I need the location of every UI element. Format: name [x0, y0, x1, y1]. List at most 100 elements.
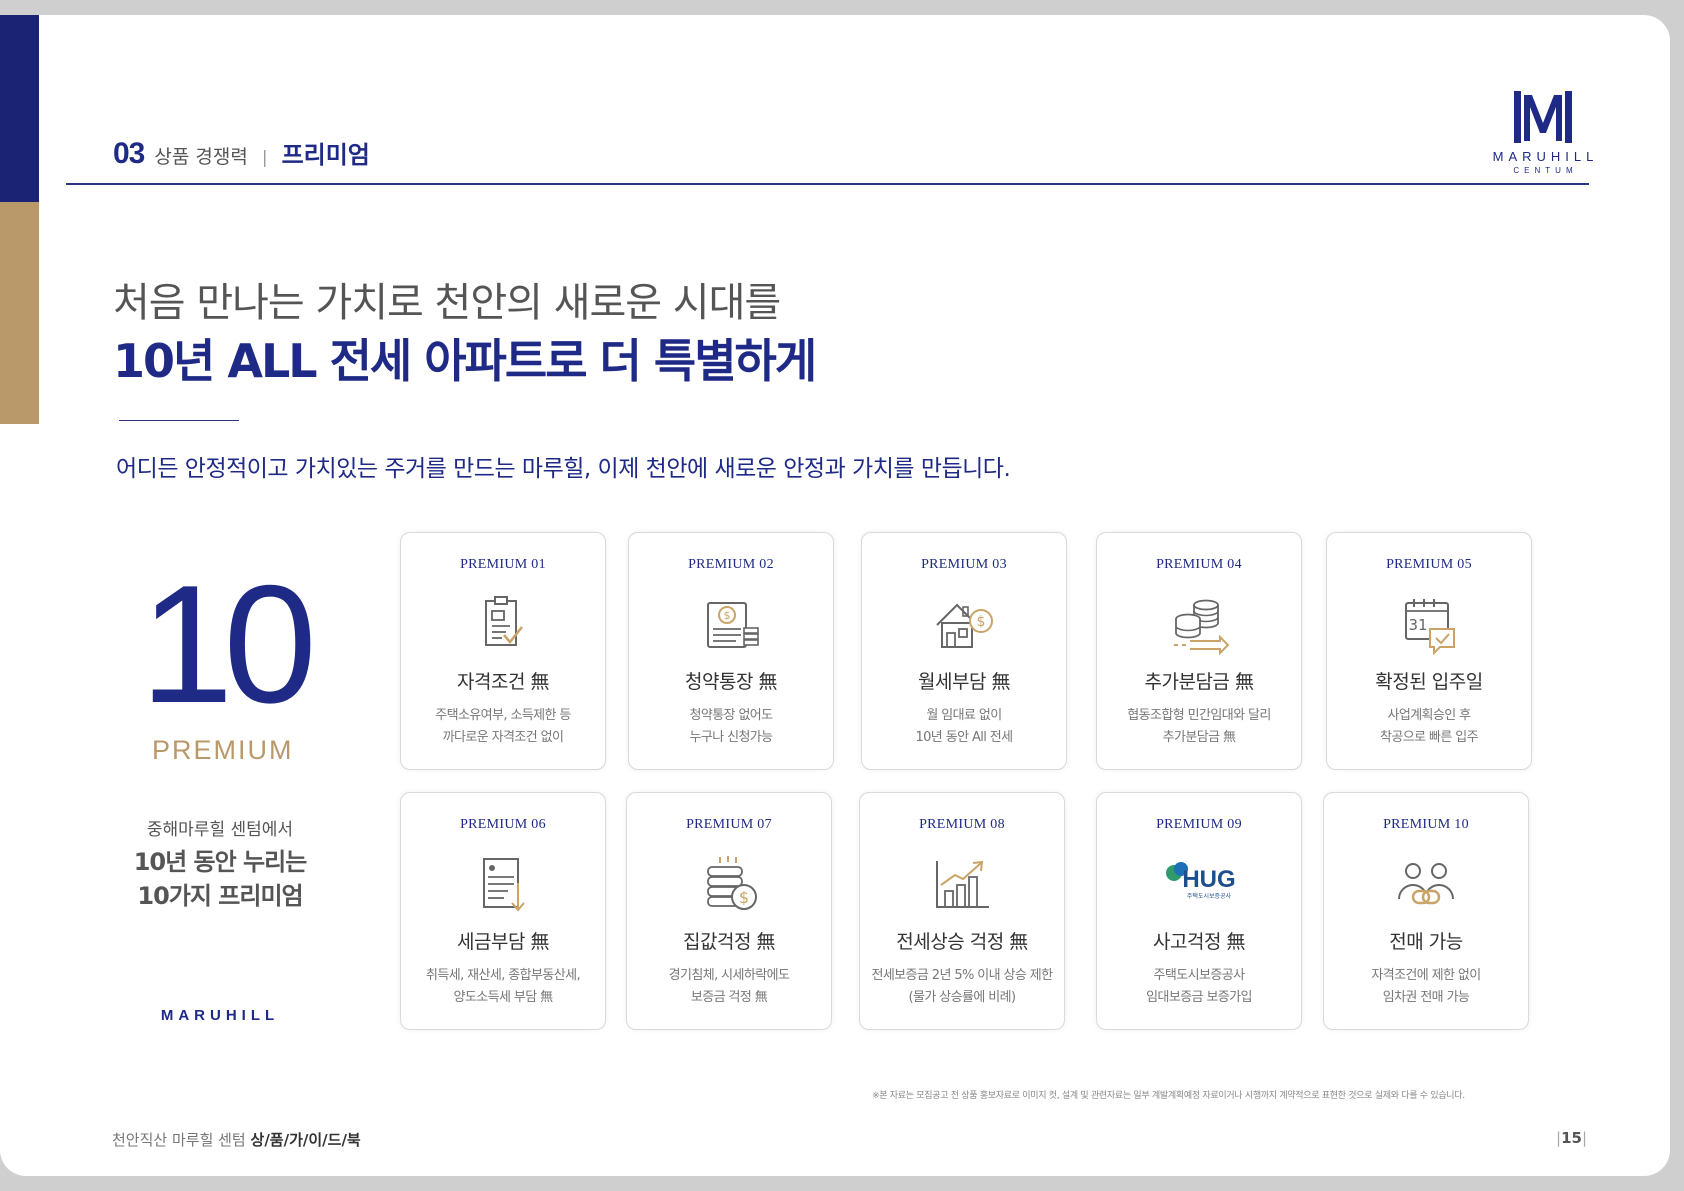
big-premium-label: PREMIUM [152, 735, 294, 765]
svg-text:$: $ [739, 888, 749, 907]
card-tag: PREMIUM 10 [1383, 817, 1469, 832]
section-number: 03 [113, 137, 145, 170]
calendar-check-icon: 31 [1405, 599, 1455, 655]
money-stack-coin-icon: $ [707, 856, 757, 910]
footer-guide: 상/품/가/이/드/북 [250, 1131, 361, 1149]
card-desc-line-1: 취득세, 재산세, 종합부동산세, [426, 968, 581, 983]
card-title: 집값걱정 無 [683, 931, 775, 953]
people-link-icon [1398, 863, 1454, 905]
card-desc: 주택소유여부, 소득제한 등 까다로운 자격조건 없이 [401, 705, 605, 749]
checklist-document-icon [485, 596, 523, 646]
card-tag: PREMIUM 03 [921, 557, 1007, 572]
card-title: 세금부담 無 [457, 931, 549, 953]
side-bold-line-1: 10년 동안 누리는 [133, 848, 308, 876]
card-title: 확정된 입주일 [1375, 671, 1483, 693]
card-tag: PREMIUM 06 [460, 817, 546, 832]
hug-logo-icon: HUG 주택도시보증공사 [1166, 862, 1236, 900]
card-desc-line-1: 경기침체, 시세하락에도 [668, 968, 790, 983]
hug-logo-text: HUG [1182, 866, 1235, 893]
side-bold-line-2: 10가지 프리미엄 [137, 882, 303, 910]
side-stripe-navy [0, 15, 39, 202]
card-desc-line-2: 추가분담금 無 [1162, 730, 1236, 745]
logo-name: MARUHILL [1492, 149, 1599, 164]
section-name: 상품 경쟁력 [154, 146, 248, 168]
card-desc: 주택도시보증공사 임대보증금 보증가입 [1097, 965, 1301, 1009]
rising-chart-icon [936, 860, 989, 908]
bankbook-coin-icon: $ [707, 602, 759, 648]
footer-title: 천안직산 마루힐 센텀 상/품/가/이/드/북 [112, 1129, 361, 1150]
card-title: 사고걱정 無 [1153, 931, 1245, 953]
card-desc-line-1: 사업계획승인 후 [1387, 708, 1471, 723]
svg-text:$: $ [977, 614, 986, 630]
card-desc-line-2: 양도소득세 부담 無 [453, 990, 554, 1005]
card-tag: PREMIUM 04 [1156, 557, 1242, 572]
logo-sub: CENTUM [1513, 166, 1578, 175]
premium-card-10: PREMIUM 10 전매 가능 자격조건에 제한 없이 임차권 전매 가능 [1323, 792, 1529, 1030]
card-desc: 사업계획승인 후 착공으로 빠른 입주 [1327, 705, 1531, 749]
card-desc-line-2: 누구나 신청가능 [689, 730, 773, 745]
lead-text: 어디든 안정적이고 가치있는 주거를 만드는 마루힐, 이제 천안에 새로운 안… [116, 456, 1011, 482]
card-title: 자격조건 無 [457, 671, 549, 693]
headline-line-1: 처음 만나는 가치로 천안의 새로운 시대를 [113, 280, 781, 326]
page-bar-right: | [1581, 1129, 1587, 1147]
page-number: |15| [1556, 1129, 1587, 1147]
short-rule [119, 420, 239, 421]
side-intro: 중해마루힐 센텀에서 [146, 820, 294, 840]
svg-text:$: $ [724, 609, 731, 622]
premium-card-04: PREMIUM 04 추가분담금 無 협동조합형 민간임대와 달리 추가분담금 … [1096, 532, 1302, 770]
card-tag: PREMIUM 01 [460, 557, 546, 572]
maruhill-m-logo-icon [1514, 91, 1572, 143]
premium-card-08: PREMIUM 08 전세상승 걱정 無 전세보증금 2년 5% 이내 상승 제… [859, 792, 1065, 1030]
maruhill-logo: MARUHILL CENTUM [1483, 89, 1603, 175]
disclaimer: ※본 자료는 모집공고 전 상품 홍보자료로 이미지 컷, 설계 및 관련자료는… [872, 1091, 1465, 1101]
side-bold-text: 10년 동안 누리는 10가지 프리미엄 [110, 845, 330, 913]
card-desc: 청약통장 없어도 누구나 신청가능 [629, 705, 833, 749]
svg-text:31: 31 [1408, 616, 1427, 634]
card-tag: PREMIUM 07 [686, 817, 772, 832]
card-title: 전매 가능 [1389, 931, 1463, 953]
premium-card-02: PREMIUM 02 $ 청약통장 無 청약통장 없어도 누구나 신청가능 [628, 532, 834, 770]
big-number: 10 [140, 550, 317, 738]
card-desc-line-1: 주택소유여부, 소득제한 등 [435, 708, 571, 723]
card-desc: 월 임대료 없이 10년 동안 All 전세 [862, 705, 1066, 749]
card-desc-line-2: 10년 동안 All 전세 [915, 730, 1013, 745]
card-desc-line-2: (물가 상승률에 비례) [908, 990, 1016, 1005]
card-desc-line-2: 착공으로 빠른 입주 [1380, 730, 1479, 745]
card-tag: PREMIUM 09 [1156, 817, 1242, 832]
side-stripe-gold [0, 202, 39, 424]
side-brand: MARUHILL [160, 1007, 280, 1024]
card-desc-line-1: 월 임대료 없이 [926, 708, 1002, 723]
card-desc-line-2: 임차권 전매 가능 [1382, 990, 1470, 1005]
card-desc: 전세보증금 2년 5% 이내 상승 제한 (물가 상승률에 비례) [860, 965, 1064, 1009]
card-tag: PREMIUM 02 [688, 557, 774, 572]
hug-logo-sub: 주택도시보증공사 [1187, 892, 1232, 900]
house-dollar-icon: $ [936, 603, 993, 648]
card-desc-line-1: 전세보증금 2년 5% 이내 상승 제한 [871, 968, 1053, 983]
card-title: 청약통장 無 [685, 671, 777, 693]
card-desc: 경기침체, 시세하락에도 보증금 걱정 無 [627, 965, 831, 1009]
premium-card-09: PREMIUM 09 HUG 주택도시보증공사 사고걱정 無 주택도시보증공사 … [1096, 792, 1302, 1030]
card-desc-line-1: 자격조건에 제한 없이 [1371, 968, 1481, 983]
card-tag: PREMIUM 05 [1386, 557, 1472, 572]
card-desc-line-1: 주택도시보증공사 [1153, 968, 1245, 983]
card-desc-line-1: 청약통장 없어도 [689, 708, 773, 723]
coin-stack-arrow-icon [1174, 599, 1230, 655]
section-subtitle: 프리미엄 [281, 141, 370, 169]
card-desc-line-2: 보증금 걱정 無 [690, 990, 768, 1005]
footer-prefix: 천안직산 마루힐 센텀 [112, 1131, 246, 1149]
card-desc-line-1: 협동조합형 민간임대와 달리 [1127, 708, 1271, 723]
premium-card-07: PREMIUM 07 $ 집값걱정 無 경기침체, 시세하락에도 보증금 걱정 … [626, 792, 832, 1030]
premium-card-03: PREMIUM 03 $ 월세부담 無 월 임대료 없이 10년 동안 All … [861, 532, 1067, 770]
card-title: 전세상승 걱정 無 [896, 931, 1028, 953]
premium-card-01: PREMIUM 01 자격조건 無 주택소유여부, 소득제한 등 까다로운 자격… [400, 532, 606, 770]
page: 03 상품 경쟁력 | 프리미엄 MARUHILL CENTUM 처음 만나는 … [0, 15, 1670, 1176]
card-title: 월세부담 無 [918, 671, 1010, 693]
card-title: 추가분담금 無 [1144, 671, 1254, 693]
card-desc-line-2: 까다로운 자격조건 없이 [442, 730, 564, 745]
section-header: 03 상품 경쟁력 | 프리미엄 [113, 135, 370, 171]
card-tag: PREMIUM 08 [919, 817, 1005, 832]
premium-card-06: PREMIUM 06 세금부담 無 취득세, 재산세, 종합부동산세, 양도소득… [400, 792, 606, 1030]
headline-line-2: 10년 ALL 전세 아파트로 더 특별하게 [113, 334, 817, 388]
header-rule [66, 183, 1589, 185]
card-desc: 자격조건에 제한 없이 임차권 전매 가능 [1324, 965, 1528, 1009]
